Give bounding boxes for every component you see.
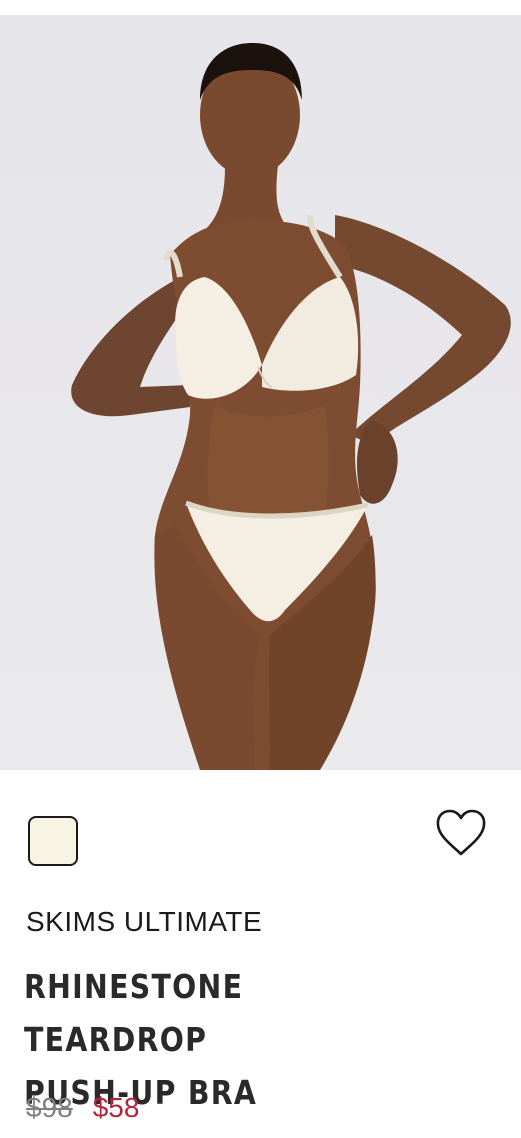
model-photo [71, 43, 511, 770]
wishlist-button[interactable] [432, 806, 490, 862]
heart-outline-icon [436, 809, 486, 856]
product-name-line-1: RHINESTONE TEARDROP [24, 967, 244, 1059]
product-card[interactable]: SKIMS ULTIMATE RHINESTONE TEARDROP PUSH-… [0, 0, 521, 1138]
product-image[interactable] [0, 15, 521, 770]
product-brand: SKIMS ULTIMATE [26, 906, 263, 937]
original-price: $98 [26, 1092, 73, 1123]
price-row: $98 $58 [26, 1092, 139, 1124]
sale-price: $58 [92, 1092, 140, 1123]
color-swatch-ivory[interactable] [28, 816, 78, 866]
